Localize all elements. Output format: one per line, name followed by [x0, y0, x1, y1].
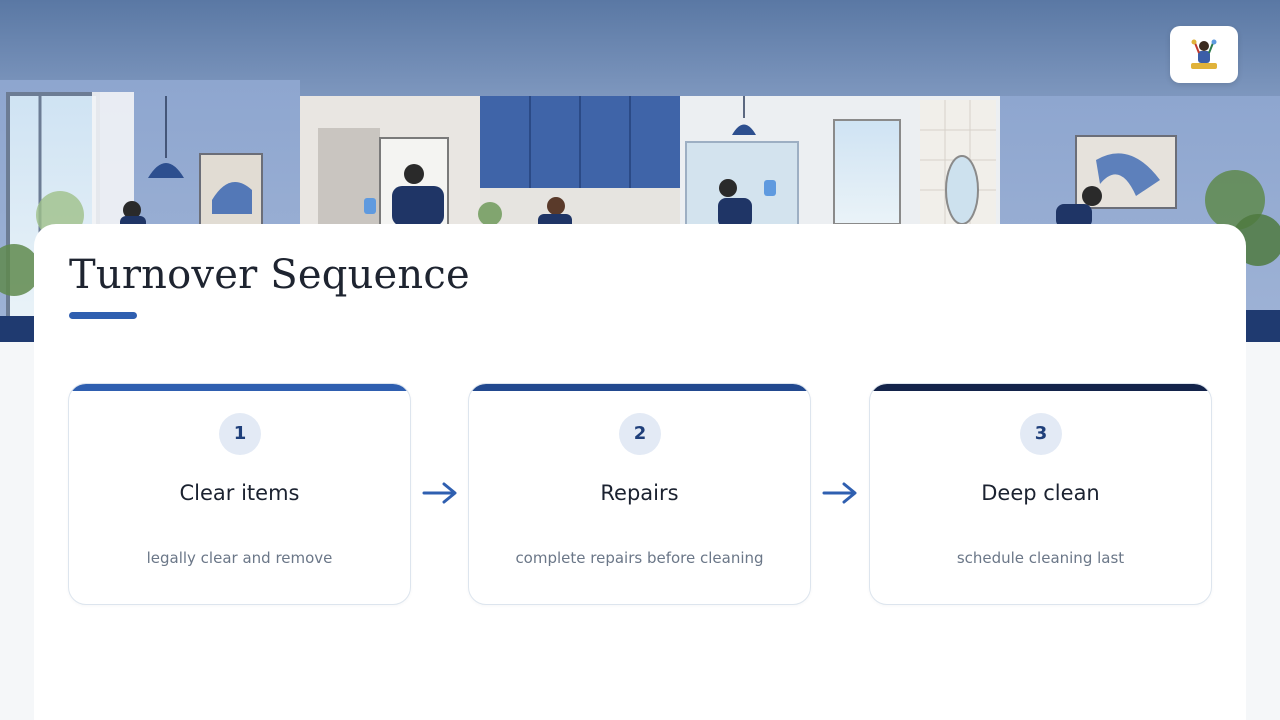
- logo-badge[interactable]: [1170, 26, 1238, 83]
- card-accent-bar: [870, 384, 1211, 391]
- step-card-repairs: 2 Repairs complete repairs before cleani…: [468, 383, 811, 605]
- card-accent-bar: [469, 384, 810, 391]
- step-card-deep-clean: 3 Deep clean schedule cleaning last: [869, 383, 1212, 605]
- step-description: legally clear and remove: [146, 549, 333, 567]
- title-underline: [69, 312, 137, 319]
- arrow-right-icon: [822, 482, 857, 504]
- step-card-clear-items: 1 Clear items legally clear and remove: [68, 383, 411, 605]
- step-title: Clear items: [179, 481, 300, 505]
- step-description: complete repairs before cleaning: [515, 549, 764, 567]
- step-number-badge: 2: [619, 413, 661, 455]
- step-title: Deep clean: [981, 481, 1100, 505]
- arrow-right-icon: [422, 482, 457, 504]
- step-description: schedule cleaning last: [956, 549, 1125, 567]
- page-title: Turnover Sequence: [69, 252, 470, 298]
- content-panel: Turnover Sequence 1 Clear items legally …: [34, 224, 1246, 720]
- card-accent-bar: [69, 384, 410, 391]
- step-title: Repairs: [600, 481, 679, 505]
- step-number-badge: 3: [1020, 413, 1062, 455]
- cleaning-crew-logo-icon: [1191, 39, 1217, 69]
- step-number-badge: 1: [219, 413, 261, 455]
